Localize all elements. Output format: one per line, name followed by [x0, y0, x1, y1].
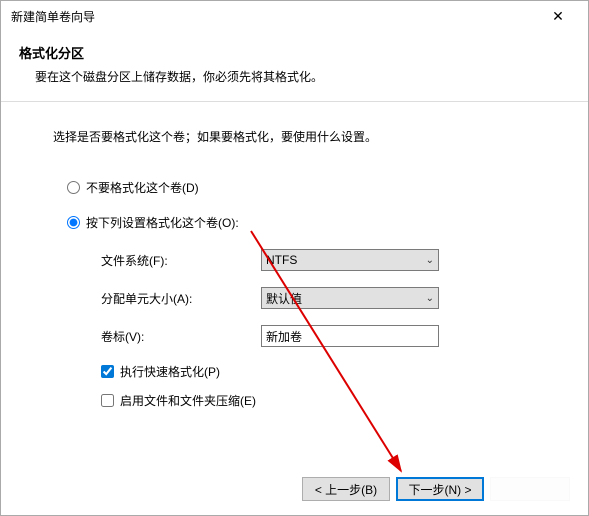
radio-format[interactable]: 按下列设置格式化这个卷(O): — [67, 214, 548, 231]
radio-no-format[interactable]: 不要格式化这个卷(D) — [67, 179, 548, 196]
quick-format-checkbox[interactable]: 执行快速格式化(P) — [101, 363, 548, 380]
header-title: 格式化分区 — [19, 43, 570, 62]
filesystem-label: 文件系统(F): — [101, 252, 261, 269]
filesystem-row: 文件系统(F): NTFS ⌄ — [101, 249, 548, 271]
chevron-down-icon: ⌄ — [426, 255, 434, 266]
compress-checkbox[interactable]: 启用文件和文件夹压缩(E) — [101, 392, 548, 409]
filesystem-select[interactable]: NTFS ⌄ — [261, 249, 439, 271]
next-button[interactable]: 下一步(N) > — [396, 477, 484, 501]
compress-label: 启用文件和文件夹压缩(E) — [120, 392, 256, 409]
format-settings-group: 文件系统(F): NTFS ⌄ 分配单元大小(A): 默认值 ⌄ 卷标(V): — [101, 249, 548, 409]
quick-format-input[interactable] — [101, 365, 114, 378]
titlebar-title: 新建简单卷向导 — [11, 8, 538, 25]
radio-format-input[interactable] — [67, 216, 80, 229]
allocation-select[interactable]: 默认值 ⌄ — [261, 287, 439, 309]
footer-buttons: < 上一步(B) 下一步(N) > — [302, 477, 570, 501]
chevron-down-icon: ⌄ — [426, 293, 434, 304]
radio-no-format-label: 不要格式化这个卷(D) — [86, 179, 199, 196]
allocation-label: 分配单元大小(A): — [101, 290, 261, 307]
header-subtitle: 要在这个磁盘分区上储存数据，你必须先将其格式化。 — [35, 68, 570, 85]
wizard-dialog: 新建简单卷向导 ✕ 格式化分区 要在这个磁盘分区上储存数据，你必须先将其格式化。… — [0, 0, 589, 516]
compress-input[interactable] — [101, 394, 114, 407]
allocation-value: 默认值 — [266, 290, 302, 307]
content: 选择是否要格式化这个卷；如果要格式化，要使用什么设置。 不要格式化这个卷(D) … — [1, 102, 588, 431]
close-icon: ✕ — [552, 8, 564, 25]
volume-label-input[interactable] — [261, 325, 439, 347]
instruction-text: 选择是否要格式化这个卷；如果要格式化，要使用什么设置。 — [53, 128, 548, 145]
close-button[interactable]: ✕ — [538, 2, 578, 30]
allocation-row: 分配单元大小(A): 默认值 ⌄ — [101, 287, 548, 309]
volume-row: 卷标(V): — [101, 325, 548, 347]
radio-no-format-input[interactable] — [67, 181, 80, 194]
ghost-button — [490, 477, 570, 501]
back-button[interactable]: < 上一步(B) — [302, 477, 390, 501]
header: 格式化分区 要在这个磁盘分区上储存数据，你必须先将其格式化。 — [1, 31, 588, 95]
quick-format-label: 执行快速格式化(P) — [120, 363, 220, 380]
radio-format-label: 按下列设置格式化这个卷(O): — [86, 214, 239, 231]
volume-label-label: 卷标(V): — [101, 328, 261, 345]
filesystem-value: NTFS — [266, 253, 297, 267]
titlebar: 新建简单卷向导 ✕ — [1, 1, 588, 31]
